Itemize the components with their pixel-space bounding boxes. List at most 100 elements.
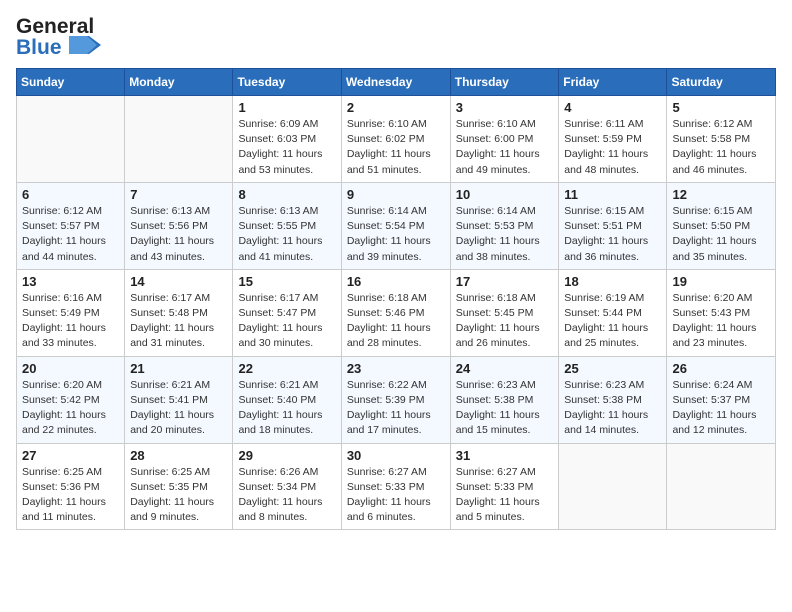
day-info: Sunrise: 6:25 AMSunset: 5:35 PMDaylight:… [130, 465, 227, 526]
day-info: Sunrise: 6:19 AMSunset: 5:44 PMDaylight:… [564, 291, 661, 352]
day-number: 14 [130, 274, 227, 289]
calendar-cell: 21 Sunrise: 6:21 AMSunset: 5:41 PMDayligh… [125, 356, 233, 443]
calendar-cell: 6 Sunrise: 6:12 AMSunset: 5:57 PMDaylight… [17, 182, 125, 269]
calendar-header-row: SundayMondayTuesdayWednesdayThursdayFrid… [17, 69, 776, 96]
day-info: Sunrise: 6:12 AMSunset: 5:58 PMDaylight:… [672, 117, 770, 178]
calendar-cell: 5Sunrise: 6:12 AMSunset: 5:58 PMDaylight… [667, 96, 776, 183]
day-info: Sunrise: 6:24 AMSunset: 5:37 PMDaylight:… [672, 378, 770, 439]
day-info: Sunrise: 6:20 AMSunset: 5:42 PMDaylight:… [22, 378, 119, 439]
day-info: Sunrise: 6:14 AMSunset: 5:54 PMDaylight:… [347, 204, 445, 265]
logo-text: General Blue [16, 16, 101, 58]
calendar-cell: 3 Sunrise: 6:10 AMSunset: 6:00 PMDaylight… [450, 96, 559, 183]
page-header: General Blue [16, 16, 776, 58]
day-number: 13 [22, 274, 119, 289]
day-info: Sunrise: 6:26 AMSunset: 5:34 PMDaylight:… [238, 465, 335, 526]
calendar-cell: 17 Sunrise: 6:18 AMSunset: 5:45 PMDayligh… [450, 269, 559, 356]
day-info: Sunrise: 6:14 AMSunset: 5:53 PMDaylight:… [456, 204, 554, 265]
day-number: 8 [238, 187, 335, 202]
day-info: Sunrise: 6:23 AMSunset: 5:38 PMDaylight:… [564, 378, 661, 439]
calendar-cell: 30 Sunrise: 6:27 AMSunset: 5:33 PMDayligh… [341, 443, 450, 530]
day-number: 2 [347, 100, 445, 115]
day-info: Sunrise: 6:17 AMSunset: 5:47 PMDaylight:… [238, 291, 335, 352]
day-info: Sunrise: 6:18 AMSunset: 5:45 PMDaylight:… [456, 291, 554, 352]
calendar-week-3: 13 Sunrise: 6:16 AMSunset: 5:49 PMDayligh… [17, 269, 776, 356]
day-info: Sunrise: 6:20 AMSunset: 5:43 PMDaylight:… [672, 291, 770, 352]
day-number: 7 [130, 187, 227, 202]
day-number: 30 [347, 448, 445, 463]
day-number: 25 [564, 361, 661, 376]
calendar-cell: 19 Sunrise: 6:20 AMSunset: 5:43 PMDayligh… [667, 269, 776, 356]
day-number: 27 [22, 448, 119, 463]
day-info: Sunrise: 6:21 AMSunset: 5:41 PMDaylight:… [130, 378, 227, 439]
calendar-week-1: 1 Sunrise: 6:09 AMSunset: 6:03 PMDaylight… [17, 96, 776, 183]
day-info: Sunrise: 6:15 AMSunset: 5:51 PMDaylight:… [564, 204, 661, 265]
day-info: Sunrise: 6:18 AMSunset: 5:46 PMDaylight:… [347, 291, 445, 352]
calendar-cell: 4Sunrise: 6:11 AMSunset: 5:59 PMDaylight… [559, 96, 667, 183]
day-number: 6 [22, 187, 119, 202]
calendar-cell: 2 Sunrise: 6:10 AMSunset: 6:02 PMDaylight… [341, 96, 450, 183]
calendar-cell: 29 Sunrise: 6:26 AMSunset: 5:34 PMDayligh… [233, 443, 341, 530]
calendar-cell: 7 Sunrise: 6:13 AMSunset: 5:56 PMDaylight… [125, 182, 233, 269]
calendar-cell: 8Sunrise: 6:13 AMSunset: 5:55 PMDaylight… [233, 182, 341, 269]
day-info: Sunrise: 6:27 AMSunset: 5:33 PMDaylight:… [456, 465, 554, 526]
day-number: 15 [238, 274, 335, 289]
calendar-cell: 11Sunrise: 6:15 AMSunset: 5:51 PMDayligh… [559, 182, 667, 269]
weekday-header-sunday: Sunday [17, 69, 125, 96]
calendar-cell [125, 96, 233, 183]
calendar-cell: 10 Sunrise: 6:14 AMSunset: 5:53 PMDayligh… [450, 182, 559, 269]
calendar-cell: 13 Sunrise: 6:16 AMSunset: 5:49 PMDayligh… [17, 269, 125, 356]
day-info: Sunrise: 6:27 AMSunset: 5:33 PMDaylight:… [347, 465, 445, 526]
calendar-cell: 25 Sunrise: 6:23 AMSunset: 5:38 PMDayligh… [559, 356, 667, 443]
calendar-cell: 28 Sunrise: 6:25 AMSunset: 5:35 PMDayligh… [125, 443, 233, 530]
calendar-cell [17, 96, 125, 183]
weekday-header-friday: Friday [559, 69, 667, 96]
day-number: 10 [456, 187, 554, 202]
day-info: Sunrise: 6:10 AMSunset: 6:02 PMDaylight:… [347, 117, 445, 178]
day-number: 23 [347, 361, 445, 376]
calendar-cell: 14 Sunrise: 6:17 AMSunset: 5:48 PMDayligh… [125, 269, 233, 356]
weekday-header-saturday: Saturday [667, 69, 776, 96]
day-number: 16 [347, 274, 445, 289]
logo-blue: Blue [16, 36, 62, 59]
day-info: Sunrise: 6:22 AMSunset: 5:39 PMDaylight:… [347, 378, 445, 439]
day-number: 24 [456, 361, 554, 376]
day-number: 20 [22, 361, 119, 376]
calendar-cell: 31 Sunrise: 6:27 AMSunset: 5:33 PMDayligh… [450, 443, 559, 530]
weekday-header-thursday: Thursday [450, 69, 559, 96]
day-number: 17 [456, 274, 554, 289]
day-info: Sunrise: 6:21 AMSunset: 5:40 PMDaylight:… [238, 378, 335, 439]
calendar-table: SundayMondayTuesdayWednesdayThursdayFrid… [16, 68, 776, 530]
weekday-header-tuesday: Tuesday [233, 69, 341, 96]
day-info: Sunrise: 6:12 AMSunset: 5:57 PMDaylight:… [22, 204, 119, 265]
calendar-cell [559, 443, 667, 530]
day-number: 3 [456, 100, 554, 115]
calendar-week-2: 6 Sunrise: 6:12 AMSunset: 5:57 PMDaylight… [17, 182, 776, 269]
day-info: Sunrise: 6:16 AMSunset: 5:49 PMDaylight:… [22, 291, 119, 352]
calendar-cell: 9 Sunrise: 6:14 AMSunset: 5:54 PMDaylight… [341, 182, 450, 269]
day-number: 31 [456, 448, 554, 463]
logo-icon [69, 36, 101, 54]
calendar-cell: 15 Sunrise: 6:17 AMSunset: 5:47 PMDayligh… [233, 269, 341, 356]
day-info: Sunrise: 6:25 AMSunset: 5:36 PMDaylight:… [22, 465, 119, 526]
logo-general: General [16, 15, 94, 38]
day-info: Sunrise: 6:10 AMSunset: 6:00 PMDaylight:… [456, 117, 554, 178]
day-number: 12 [672, 187, 770, 202]
day-number: 19 [672, 274, 770, 289]
weekday-header-wednesday: Wednesday [341, 69, 450, 96]
calendar-cell [667, 443, 776, 530]
day-info: Sunrise: 6:09 AMSunset: 6:03 PMDaylight:… [238, 117, 335, 178]
day-number: 4 [564, 100, 661, 115]
calendar-cell: 24Sunrise: 6:23 AMSunset: 5:38 PMDayligh… [450, 356, 559, 443]
day-number: 21 [130, 361, 227, 376]
day-info: Sunrise: 6:17 AMSunset: 5:48 PMDaylight:… [130, 291, 227, 352]
day-number: 1 [238, 100, 335, 115]
day-number: 9 [347, 187, 445, 202]
day-number: 22 [238, 361, 335, 376]
calendar-cell: 1 Sunrise: 6:09 AMSunset: 6:03 PMDaylight… [233, 96, 341, 183]
day-info: Sunrise: 6:13 AMSunset: 5:56 PMDaylight:… [130, 204, 227, 265]
calendar-cell: 27 Sunrise: 6:25 AMSunset: 5:36 PMDayligh… [17, 443, 125, 530]
calendar-cell: 18Sunrise: 6:19 AMSunset: 5:44 PMDayligh… [559, 269, 667, 356]
calendar-cell: 20 Sunrise: 6:20 AMSunset: 5:42 PMDayligh… [17, 356, 125, 443]
day-number: 28 [130, 448, 227, 463]
day-number: 29 [238, 448, 335, 463]
